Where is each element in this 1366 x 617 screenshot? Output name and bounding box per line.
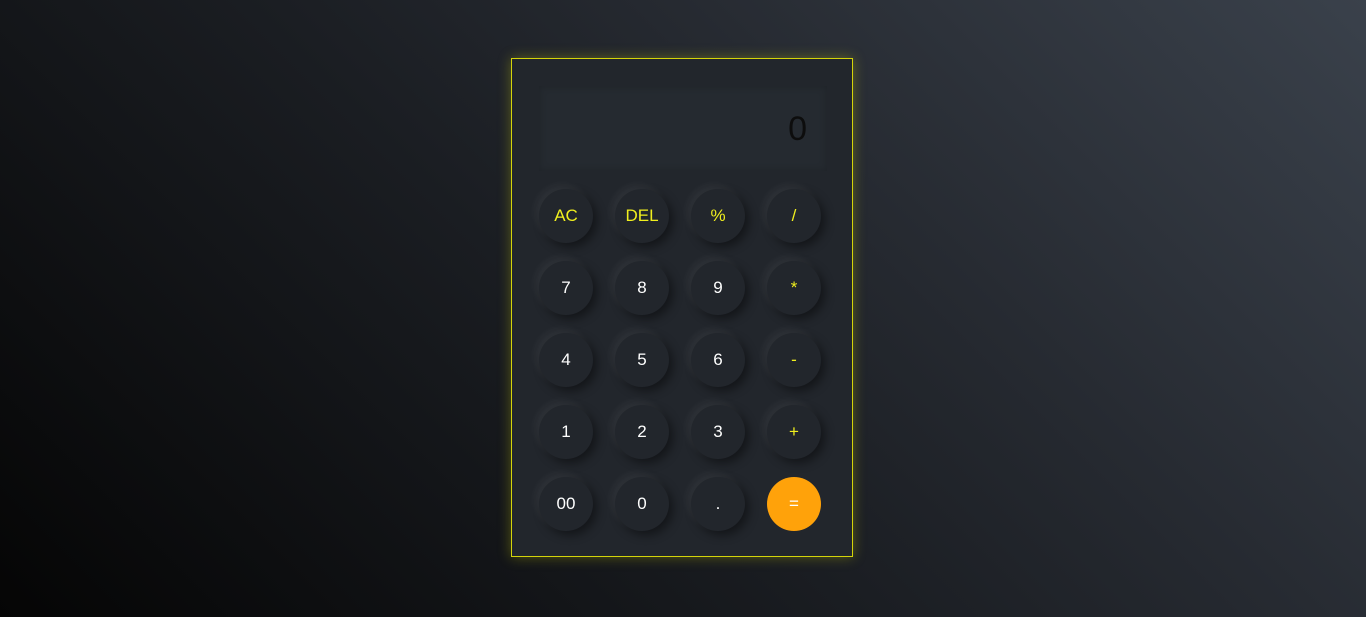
digit-8-button[interactable]: 8: [615, 261, 669, 315]
digit-4-button[interactable]: 4: [539, 333, 593, 387]
equals-button[interactable]: =: [767, 477, 821, 531]
digit-6-button[interactable]: 6: [691, 333, 745, 387]
add-button[interactable]: +: [767, 405, 821, 459]
digit-5-button[interactable]: 5: [615, 333, 669, 387]
digit-2-button[interactable]: 2: [615, 405, 669, 459]
subtract-button[interactable]: -: [767, 333, 821, 387]
display-value: 0: [788, 110, 807, 148]
delete-button[interactable]: DEL: [615, 189, 669, 243]
decimal-button[interactable]: .: [691, 477, 745, 531]
percent-button[interactable]: %: [691, 189, 745, 243]
digit-3-button[interactable]: 3: [691, 405, 745, 459]
clear-button[interactable]: AC: [539, 189, 593, 243]
digit-7-button[interactable]: 7: [539, 261, 593, 315]
calculator: 0 AC DEL % / 7 8 9 * 4 5 6 - 1 2 3 + 00 …: [511, 58, 853, 557]
double-zero-button[interactable]: 00: [539, 477, 593, 531]
display: 0: [539, 86, 827, 171]
digit-0-button[interactable]: 0: [615, 477, 669, 531]
divide-button[interactable]: /: [767, 189, 821, 243]
digit-1-button[interactable]: 1: [539, 405, 593, 459]
digit-9-button[interactable]: 9: [691, 261, 745, 315]
multiply-button[interactable]: *: [767, 261, 821, 315]
